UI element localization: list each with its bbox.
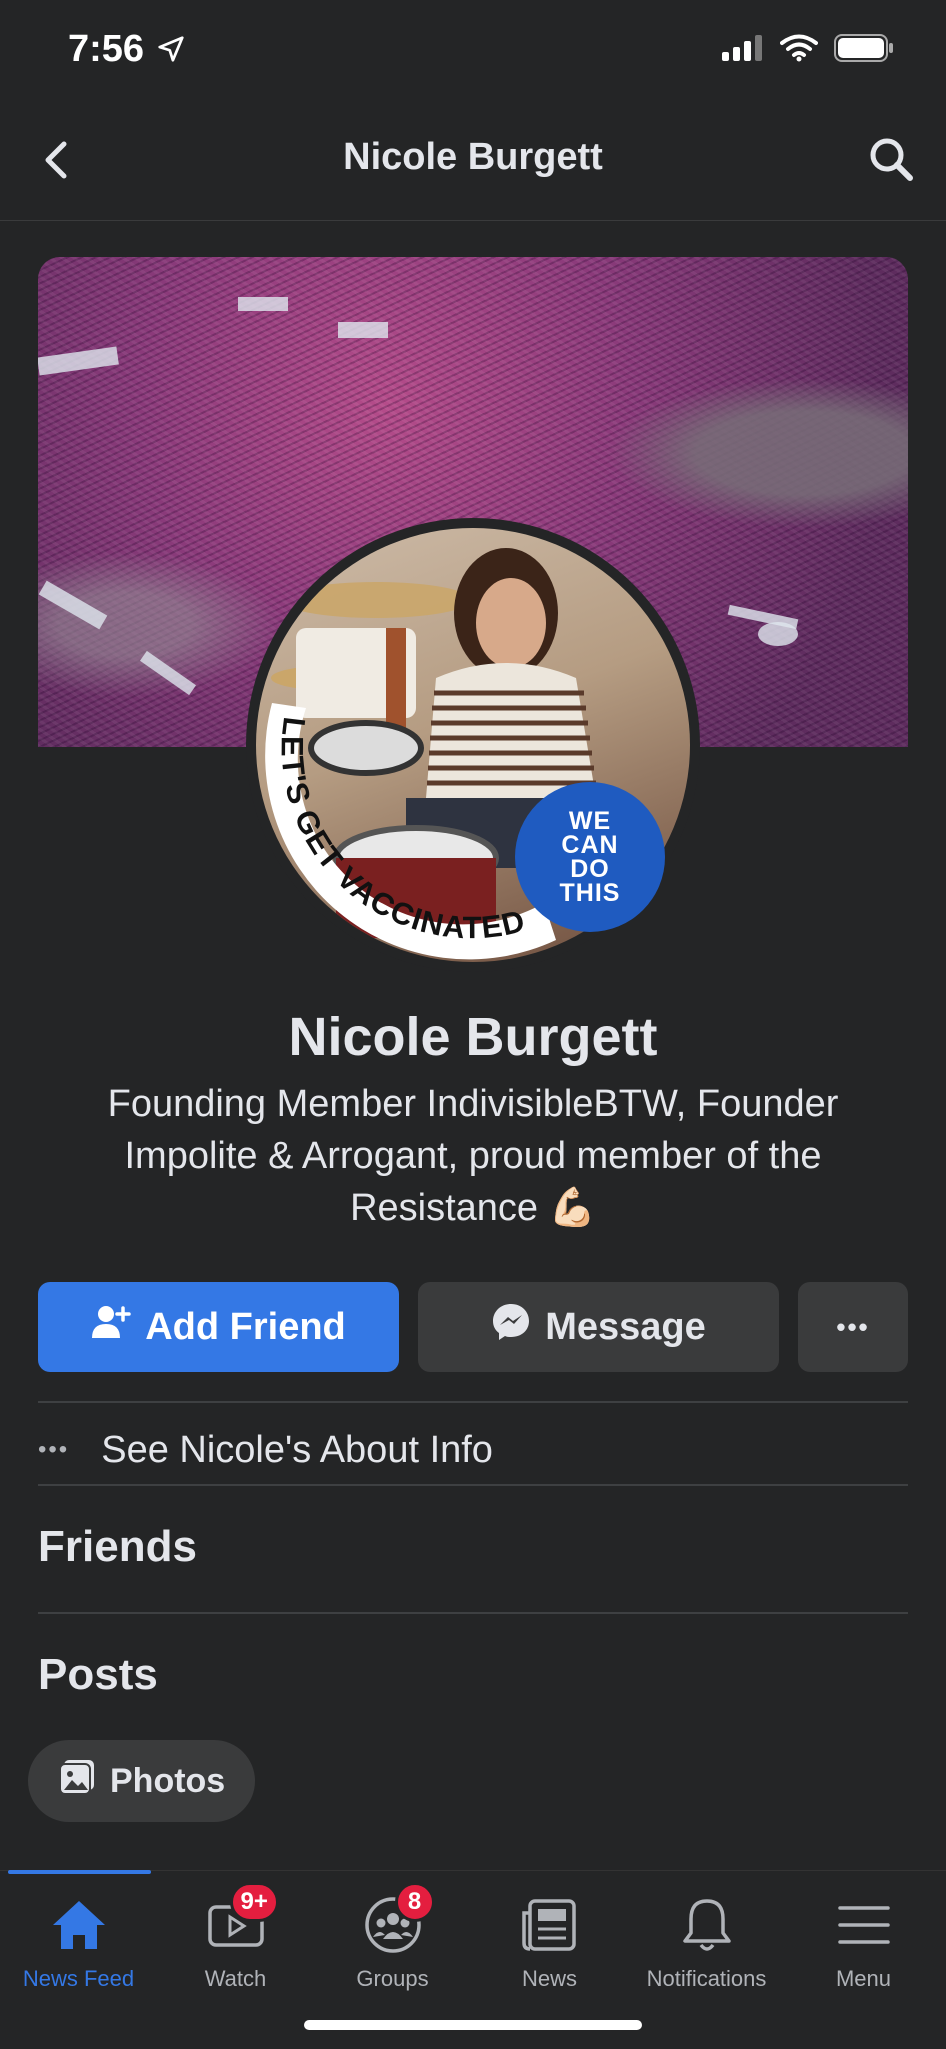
tab-news[interactable]: News xyxy=(471,1890,628,1992)
tab-menu[interactable]: Menu xyxy=(785,1890,942,1992)
add-friend-button[interactable]: Add Friend xyxy=(38,1282,399,1372)
frame-text: LET'S GET VACCINATED xyxy=(275,715,528,945)
tab-label: Menu xyxy=(835,1966,892,1991)
photos-chip[interactable]: Photos xyxy=(28,1740,256,1822)
watch-badge: 9+ xyxy=(229,1882,279,1922)
divider xyxy=(38,1612,908,1614)
news-icon xyxy=(510,1890,590,1960)
tab-label: Groups xyxy=(356,1966,429,1991)
more-dots-icon: ••• xyxy=(836,1311,870,1342)
we-can-do-this-badge: WE CAN DO THIS xyxy=(515,782,665,932)
search-icon xyxy=(866,138,916,188)
see-about-info-row[interactable]: ••• See Nicole's About Info xyxy=(38,1420,493,1480)
tab-label: News Feed xyxy=(22,1966,135,1991)
svg-text:LET'S GET VACCINATED: LET'S GET VACCINATED xyxy=(275,715,529,945)
message-button[interactable]: Message xyxy=(418,1282,779,1372)
message-label: Message xyxy=(545,1305,706,1348)
tab-label: Watch xyxy=(204,1966,267,1991)
bell-icon xyxy=(667,1890,747,1960)
active-tab-indicator xyxy=(8,1870,151,1874)
photos-icon xyxy=(58,1758,96,1805)
divider xyxy=(38,1484,908,1486)
add-friend-icon xyxy=(91,1304,131,1350)
groups-badge: 8 xyxy=(394,1882,435,1922)
video-icon: 9+ xyxy=(196,1882,279,1960)
photos-label: Photos xyxy=(110,1761,226,1800)
location-arrow-icon xyxy=(156,34,186,69)
wifi-icon xyxy=(780,34,818,67)
tab-watch[interactable]: 9+ Watch xyxy=(157,1882,314,1992)
more-options-button[interactable]: ••• xyxy=(798,1282,908,1372)
page-title: Nicole Burgett xyxy=(343,136,603,178)
status-icons xyxy=(722,34,894,67)
add-friend-label: Add Friend xyxy=(145,1305,346,1348)
home-icon xyxy=(39,1890,119,1960)
messenger-icon xyxy=(491,1302,531,1352)
tab-news-feed[interactable]: News Feed xyxy=(0,1890,157,1992)
friends-section-title[interactable]: Friends xyxy=(38,1522,197,1572)
header-divider xyxy=(0,220,946,221)
status-time: 7:56 xyxy=(68,28,145,70)
posts-section-title: Posts xyxy=(38,1650,158,1699)
tab-label: News xyxy=(521,1966,577,1991)
badge-text: WE CAN DO THIS xyxy=(559,807,621,907)
profile-name: Nicole Burgett xyxy=(288,1007,658,1067)
home-indicator[interactable] xyxy=(304,2020,642,2030)
divider xyxy=(38,1401,908,1403)
hamburger-menu-icon xyxy=(824,1890,904,1960)
tab-label: Notifications xyxy=(646,1966,767,1991)
groups-icon: 8 xyxy=(353,1882,435,1960)
battery-icon xyxy=(834,34,894,67)
about-label: See Nicole's About Info xyxy=(101,1428,493,1471)
tab-groups[interactable]: 8 Groups xyxy=(314,1882,471,1992)
tab-notifications[interactable]: Notifications xyxy=(628,1890,785,1992)
more-dots-icon: ••• xyxy=(38,1436,70,1463)
cellular-signal-icon xyxy=(722,35,764,66)
profile-bio: Founding Member IndivisibleBTW, Founder … xyxy=(107,1083,839,1229)
search-button[interactable] xyxy=(866,134,916,184)
